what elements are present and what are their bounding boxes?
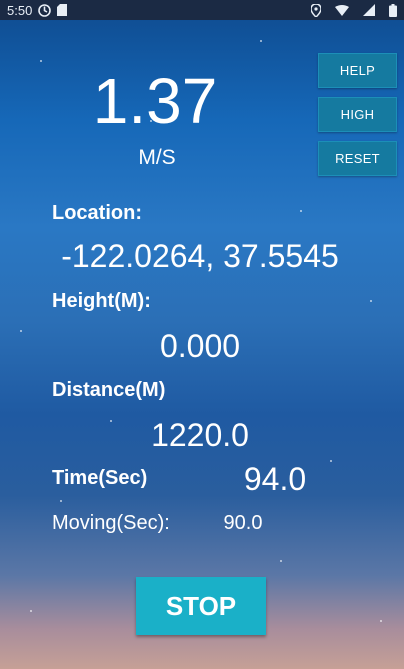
distance-label: Distance(M) — [52, 379, 166, 401]
speed-value: 1.37 — [92, 65, 218, 137]
height-value: 0.000 — [159, 328, 241, 364]
wifi-icon — [335, 4, 349, 16]
stop-button[interactable]: STOP — [136, 577, 266, 635]
status-bar: 5:50 — [0, 0, 404, 20]
time-label: Time(Sec) — [52, 467, 148, 489]
location-label: Location: — [52, 202, 142, 224]
high-button[interactable]: HIGH — [318, 97, 397, 132]
moving-label: Moving(Sec): — [52, 512, 170, 534]
sd-card-icon — [57, 4, 68, 16]
signal-icon — [363, 4, 375, 16]
moving-value: 90.0 — [223, 512, 263, 534]
location-value: -122.0264, 37.5545 — [61, 238, 339, 274]
status-time: 5:50 — [7, 2, 33, 18]
battery-icon — [389, 3, 397, 17]
time-value: 94.0 — [243, 461, 307, 497]
speed-unit: M/S — [138, 146, 176, 169]
reset-button[interactable]: RESET — [318, 141, 397, 176]
height-label: Height(M): — [52, 290, 151, 312]
location-icon — [311, 3, 321, 17]
distance-value: 1220.0 — [151, 417, 249, 453]
sync-icon — [38, 3, 52, 17]
help-button[interactable]: HELP — [318, 53, 397, 88]
